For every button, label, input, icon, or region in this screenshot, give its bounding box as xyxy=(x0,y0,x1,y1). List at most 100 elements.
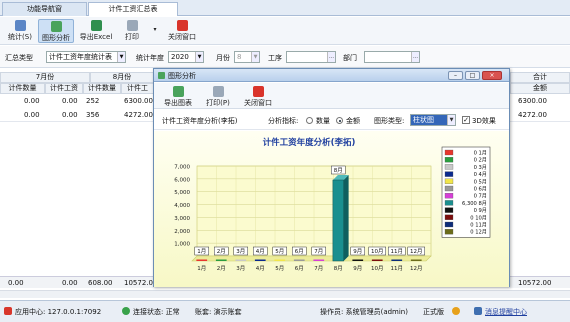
stats-label: 统计(S) xyxy=(8,33,32,41)
horizontal-scrollbar[interactable] xyxy=(0,290,570,298)
dialog-print-label: 打印(P) xyxy=(206,99,230,107)
close-button[interactable]: × xyxy=(482,71,502,80)
graph-analysis-button[interactable]: 图形分析 xyxy=(38,19,74,43)
bar xyxy=(410,259,422,261)
print-dropdown-button[interactable]: ▾ xyxy=(150,19,160,43)
print-button[interactable]: 打印 xyxy=(118,19,146,43)
stats-icon xyxy=(14,20,26,31)
col-header[interactable]: 计件工 xyxy=(121,83,154,94)
x-tick-label: 8月 xyxy=(334,265,343,272)
x-tick-label: 6月 xyxy=(295,265,304,272)
legend-swatch xyxy=(444,164,454,170)
legend-entry: 0 6月 xyxy=(474,186,487,193)
group-header-aug: 8月份 xyxy=(90,72,154,83)
month-value: 8 xyxy=(237,53,242,61)
chart-type-label: 图形类型: xyxy=(374,117,405,125)
dialog-print-button[interactable]: 打印(P) xyxy=(204,85,232,109)
legend-swatch xyxy=(444,193,454,199)
tab-bar: 功能导航窗 计件工资汇总表 xyxy=(0,0,570,16)
legend-entry: 0 1月 xyxy=(474,150,487,157)
chart-type-select[interactable]: 柱状图 ▼ xyxy=(410,114,456,126)
analysis-label: 计件工资年度分析(李拓) xyxy=(162,117,238,125)
legend-swatch xyxy=(444,149,454,156)
x-tick-label: 1月 xyxy=(197,265,206,272)
process-input[interactable]: … xyxy=(286,51,336,63)
legend-swatch xyxy=(444,185,454,192)
message-center-link[interactable]: 消息提醒中心 xyxy=(485,307,527,317)
legend-entry: 0 2月 xyxy=(474,157,487,164)
chevron-down-icon: ▼ xyxy=(251,52,259,62)
bar xyxy=(215,259,227,261)
effect-3d-label: 3D效果 xyxy=(472,117,496,125)
export-excel-button[interactable]: 导出Excel xyxy=(78,19,114,43)
graph-label: 图形分析 xyxy=(42,34,70,42)
chart-options: 计件工资年度分析(李拓) 分析指标: 数量 金额 图形类型: 柱状图 ▼ ✓ 3D… xyxy=(154,110,509,130)
tab-navigation[interactable]: 功能导航窗 xyxy=(2,2,87,16)
month-select[interactable]: 8 ▼ xyxy=(234,51,260,63)
tab-label: 功能导航窗 xyxy=(27,5,62,13)
excel-icon xyxy=(90,20,102,31)
legend-entry: 0 4月 xyxy=(474,171,487,178)
effect-3d-checkbox[interactable]: ✓ xyxy=(462,116,470,124)
export-label: 导出Excel xyxy=(79,33,113,41)
bar xyxy=(196,259,208,261)
close-icon xyxy=(176,20,188,31)
bar xyxy=(332,179,344,262)
data-label: 4月 xyxy=(256,248,265,255)
year-select[interactable]: 2020 ▼ xyxy=(168,51,204,63)
status-bar: 应用中心: 127.0.0.1:7092 连接状态: 正常 账套: 演示账套 操… xyxy=(0,300,570,322)
group-header-july: 7月份 xyxy=(0,72,90,83)
col-header[interactable]: 计件数量 xyxy=(0,83,45,94)
y-tick-label: 6,000 xyxy=(174,177,190,183)
summary-type-value: 计件工资年度统计表 xyxy=(49,53,112,61)
close-icon: × xyxy=(489,72,495,79)
chart-area: 计件工资年度分析(李拓) 1,000 2,000 3,000 4,000 5,000 6,0… xyxy=(154,131,509,287)
cell: 252 xyxy=(86,97,100,105)
y-tick-label: 3,000 xyxy=(174,216,190,222)
sum-cell: 0.00 xyxy=(8,279,24,287)
export-chart-button[interactable]: 导出图表 xyxy=(162,85,194,109)
cell: 6300.00 xyxy=(518,97,547,105)
cell: 6300.00 xyxy=(124,97,153,105)
legend-swatch xyxy=(444,157,454,163)
bar xyxy=(371,259,383,261)
metric-quantity-radio[interactable] xyxy=(306,117,313,124)
connection-icon xyxy=(122,307,130,315)
x-tick-label: 12月 xyxy=(410,265,423,272)
legend-swatch xyxy=(444,207,454,213)
dialog-titlebar[interactable]: 图形分析 – □ × xyxy=(154,69,509,82)
printer-icon xyxy=(126,20,138,31)
dialog-close-button[interactable]: 关闭窗口 xyxy=(242,85,274,109)
summary-type-label: 汇总类型 xyxy=(5,54,33,62)
col-header-amount[interactable]: 金额 xyxy=(510,83,570,94)
x-tick-label: 4月 xyxy=(256,265,265,272)
bar xyxy=(391,259,403,261)
x-tick-label: 10月 xyxy=(371,265,384,272)
cell: 4272.00 xyxy=(124,111,153,119)
main-toolbar: 统计(S) 图形分析 导出Excel 打印 ▾ 关闭窗口 xyxy=(0,17,570,45)
cell: 0.00 xyxy=(24,111,40,119)
minimize-button[interactable]: – xyxy=(448,71,463,80)
metric-amount-radio[interactable] xyxy=(336,117,343,124)
legend-entry: 0 12月 xyxy=(470,229,487,236)
summary-type-select[interactable]: 计件工资年度统计表 ▼ xyxy=(46,51,126,63)
operator-status: 操作员: 系统管理员(admin) xyxy=(320,308,408,316)
app-center-status: 应用中心: 127.0.0.1:7092 xyxy=(15,308,102,316)
dialog-toolbar: 导出图表 打印(P) 关闭窗口 xyxy=(154,83,509,109)
x-tick-label: 3月 xyxy=(236,265,245,272)
bar-chart: 计件工资年度分析(李拓) 1,000 2,000 3,000 4,000 5,000 6,0… xyxy=(174,137,491,272)
cell: 0.00 xyxy=(24,97,40,105)
print-label: 打印 xyxy=(125,33,139,41)
chart-title: 计件工资年度分析(李拓) xyxy=(263,137,356,148)
message-icon xyxy=(474,307,482,315)
close-window-button[interactable]: 关闭窗口 xyxy=(164,19,200,43)
cell: 4272.00 xyxy=(518,111,547,119)
x-tick-label: 11月 xyxy=(391,265,404,272)
stats-button[interactable]: 统计(S) xyxy=(5,19,35,43)
col-header[interactable]: 计件工资 xyxy=(45,83,83,94)
col-header[interactable]: 计件数量 xyxy=(83,83,121,94)
more-icon: … xyxy=(411,52,419,62)
dept-input[interactable]: … xyxy=(364,51,420,63)
maximize-button[interactable]: □ xyxy=(465,71,480,80)
tab-piecework-summary[interactable]: 计件工资汇总表 xyxy=(88,2,178,16)
